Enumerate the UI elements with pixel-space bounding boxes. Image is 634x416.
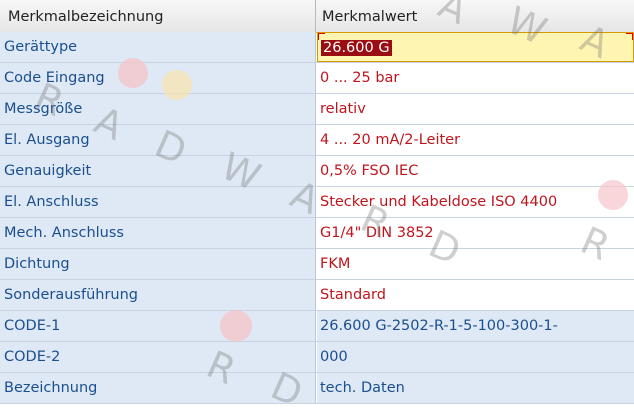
selected-text[interactable]: 26.600 G (321, 40, 392, 56)
table-row: Code Eingang 0 ... 25 bar (0, 63, 634, 94)
characteristic-name: CODE-1 (0, 311, 316, 341)
characteristic-name: Bezeichnung (0, 373, 316, 403)
table-row: Mech. Anschluss G1/4" DIN 3852 (0, 218, 634, 249)
column-header-value[interactable]: Merkmalwert (317, 0, 634, 32)
characteristic-name: Messgröße (0, 94, 316, 124)
column-header-name[interactable]: Merkmalbezeichnung (0, 0, 316, 32)
characteristic-value-readonly: 26.600 G-2502-R-1-5-100-300-1- (317, 311, 634, 341)
characteristic-name: CODE-2 (0, 342, 316, 372)
table-row: Dichtung FKM (0, 249, 634, 280)
table-row: Messgröße relativ (0, 94, 634, 125)
characteristic-name: Dichtung (0, 249, 316, 279)
table-row: Gerättype 26.600 G (0, 32, 634, 63)
characteristic-name: Mech. Anschluss (0, 218, 316, 248)
characteristics-table: Merkmalbezeichnung Merkmalwert Gerättype… (0, 0, 634, 404)
focus-corner-right (626, 33, 633, 40)
characteristic-value[interactable]: Standard (317, 280, 634, 310)
characteristic-value[interactable]: Stecker und Kabeldose ISO 4400 (317, 187, 634, 217)
characteristic-value[interactable]: FKM (317, 249, 634, 279)
table-row: CODE-1 26.600 G-2502-R-1-5-100-300-1- (0, 311, 634, 342)
table-row: Genauigkeit 0,5% FSO IEC (0, 156, 634, 187)
characteristic-name: El. Ausgang (0, 125, 316, 155)
characteristic-name: Gerättype (0, 32, 316, 62)
characteristic-value-readonly: 000 (317, 342, 634, 372)
characteristic-name: Sonderausführung (0, 280, 316, 310)
characteristic-value-readonly: tech. Daten (317, 373, 634, 403)
characteristic-value[interactable]: G1/4" DIN 3852 (317, 218, 634, 248)
table-header: Merkmalbezeichnung Merkmalwert (0, 0, 634, 33)
table-row: Sonderausführung Standard (0, 280, 634, 311)
characteristic-value-input[interactable]: 26.600 G (317, 32, 634, 62)
focus-corner-left (318, 33, 325, 40)
characteristic-name: Code Eingang (0, 63, 316, 93)
table-row: Bezeichnung tech. Daten (0, 373, 634, 404)
characteristic-value[interactable]: 4 ... 20 mA/2-Leiter (317, 125, 634, 155)
characteristic-value[interactable]: 0,5% FSO IEC (317, 156, 634, 186)
table-row: CODE-2 000 (0, 342, 634, 373)
characteristic-name: Genauigkeit (0, 156, 316, 186)
characteristic-value[interactable]: 0 ... 25 bar (317, 63, 634, 93)
characteristic-value[interactable]: relativ (317, 94, 634, 124)
characteristic-name: El. Anschluss (0, 187, 316, 217)
table-row: El. Ausgang 4 ... 20 mA/2-Leiter (0, 125, 634, 156)
table-row: El. Anschluss Stecker und Kabeldose ISO … (0, 187, 634, 218)
